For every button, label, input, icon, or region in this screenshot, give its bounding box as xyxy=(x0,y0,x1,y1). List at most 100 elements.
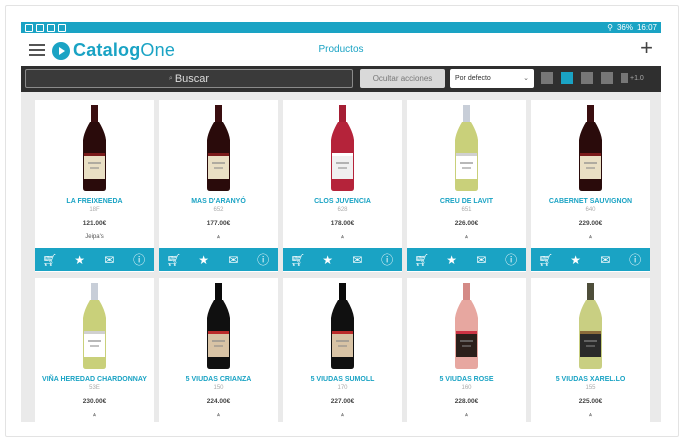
grid-view-icon[interactable] xyxy=(561,72,573,84)
add-icon[interactable]: + xyxy=(640,37,653,59)
product-name[interactable]: LA FREIXENEDA xyxy=(35,198,154,205)
product-card[interactable]: VIÑA HEREDAD CHARDONNAY 53E 230.00€ ⩓ xyxy=(35,278,154,422)
product-card[interactable]: LA FREIXENEDA 18F 121.00€ Jeipa's 🛒︎ ★ ✉ ⓘ xyxy=(35,100,154,272)
star-icon[interactable]: ★ xyxy=(445,253,459,267)
product-image[interactable] xyxy=(35,100,154,195)
star-icon[interactable]: ★ xyxy=(197,253,211,267)
product-card[interactable]: 5 VIUDAS XAREL.LO 155 225.00€ ⩓ xyxy=(531,278,650,422)
clock: 16:07 xyxy=(636,23,657,32)
cart-icon[interactable]: 🛒︎ xyxy=(166,253,181,267)
status-right: ⚲ 36% 16:07 xyxy=(607,23,661,32)
product-code: 651 xyxy=(461,207,472,213)
product-image[interactable] xyxy=(407,100,526,195)
product-name[interactable]: 5 VIUDAS CRIANZA xyxy=(159,376,278,383)
column-view-icon[interactable] xyxy=(581,72,593,84)
brand-logo: ⩓ xyxy=(464,412,469,418)
product-name[interactable]: 5 VIUDAS ROSE xyxy=(407,376,526,383)
product-price: 178.00€ xyxy=(330,220,355,227)
wifi-icon: ⚲ xyxy=(607,23,613,32)
search-placeholder: Buscar xyxy=(174,72,210,85)
star-icon[interactable]: ★ xyxy=(73,253,87,267)
info-icon[interactable]: ⓘ xyxy=(256,253,270,267)
page-title: Productos xyxy=(318,44,364,55)
star-icon[interactable]: ★ xyxy=(321,253,335,267)
product-code: 155 xyxy=(585,385,596,391)
product-image[interactable] xyxy=(531,100,650,195)
hide-actions-button[interactable]: Ocultar acciones xyxy=(360,69,445,88)
zoom-icon xyxy=(621,73,628,83)
product-price: 224.00€ xyxy=(206,398,231,405)
product-image[interactable] xyxy=(407,278,526,373)
product-name[interactable]: 5 VIUDAS SUMOLL xyxy=(283,376,402,383)
product-image[interactable] xyxy=(159,100,278,195)
info-icon[interactable]: ⓘ xyxy=(380,253,394,267)
cart-icon[interactable]: 🛒︎ xyxy=(538,253,553,267)
info-icon[interactable]: ⓘ xyxy=(504,253,518,267)
list-view-icon[interactable] xyxy=(541,72,553,84)
product-image[interactable] xyxy=(159,278,278,373)
product-price: 177.00€ xyxy=(206,220,231,227)
product-card[interactable]: 5 VIUDAS SUMOLL 170 227.00€ ⩓ xyxy=(283,278,402,422)
status-bar: ⚲ 36% 16:07 xyxy=(21,22,661,33)
large-grid-view-icon[interactable] xyxy=(601,72,613,84)
brand-logo: ⩓ xyxy=(588,412,593,418)
product-name[interactable]: CABERNET SAUVIGNON xyxy=(531,198,650,205)
product-card[interactable]: CABERNET SAUVIGNON 640 229.00€ ⩓ 🛒︎ ★ ✉ ⓘ xyxy=(531,100,650,272)
product-name[interactable]: MAS D'ARANYÓ xyxy=(159,198,278,205)
info-icon[interactable]: ⓘ xyxy=(132,253,146,267)
product-actions: 🛒︎ ★ ✉ ⓘ xyxy=(159,248,278,271)
sort-value: Por defecto xyxy=(455,75,491,82)
cart-icon[interactable]: 🛒︎ xyxy=(414,253,429,267)
product-actions: 🛒︎ ★ ✉ ⓘ xyxy=(283,248,402,271)
product-code: 652 xyxy=(213,207,224,213)
product-name[interactable]: CREU DE LAVIT xyxy=(407,198,526,205)
notification-icon xyxy=(25,23,33,32)
product-price: 229.00€ xyxy=(578,220,603,227)
product-actions: 🛒︎ ★ ✉ ⓘ xyxy=(407,248,526,271)
app-bar: CatalogOne Productos + xyxy=(21,33,661,66)
status-icons xyxy=(21,23,66,32)
product-image[interactable] xyxy=(35,278,154,373)
product-card[interactable]: 5 VIUDAS ROSE 160 228.00€ ⩓ xyxy=(407,278,526,422)
email-icon[interactable]: ✉ xyxy=(474,253,488,267)
product-name[interactable]: 5 VIUDAS XAREL.LO xyxy=(531,376,650,383)
product-card[interactable]: MAS D'ARANYÓ 652 177.00€ ⩓ 🛒︎ ★ ✉ ⓘ xyxy=(159,100,278,272)
product-image[interactable] xyxy=(283,100,402,195)
chevron-down-icon: ⌄ xyxy=(523,75,529,82)
zoom-control[interactable]: +1.0 xyxy=(621,73,644,83)
brand-logo: ⩓ xyxy=(464,234,469,240)
product-image[interactable] xyxy=(531,278,650,373)
brand-logo: ⩓ xyxy=(340,412,345,418)
email-icon[interactable]: ✉ xyxy=(350,253,364,267)
star-icon[interactable]: ★ xyxy=(569,253,583,267)
search-input[interactable]: ⌕ Buscar xyxy=(25,69,353,88)
brand-logo: ⩓ xyxy=(92,412,97,418)
product-price: 228.00€ xyxy=(454,398,479,405)
product-name[interactable]: VIÑA HEREDAD CHARDONNAY xyxy=(35,376,154,383)
product-price: 230.00€ xyxy=(82,398,107,405)
product-card[interactable]: CLOS JUVENCIA 628 178.00€ ⩓ 🛒︎ ★ ✉ ⓘ xyxy=(283,100,402,272)
product-price: 226.00€ xyxy=(454,220,479,227)
toolbar: ⌕ Buscar Ocultar acciones Por defecto ⌄ … xyxy=(21,66,661,92)
cart-icon[interactable]: 🛒︎ xyxy=(42,253,57,267)
product-image[interactable] xyxy=(283,278,402,373)
product-card[interactable]: CREU DE LAVIT 651 226.00€ ⩓ 🛒︎ ★ ✉ ⓘ xyxy=(407,100,526,272)
product-price: 225.00€ xyxy=(578,398,603,405)
product-code: 640 xyxy=(585,207,596,213)
email-icon[interactable]: ✉ xyxy=(598,253,612,267)
cart-icon[interactable]: 🛒︎ xyxy=(290,253,305,267)
info-icon[interactable]: ⓘ xyxy=(628,253,642,267)
notification-icon xyxy=(36,23,44,32)
product-code: 53E xyxy=(89,385,100,391)
email-icon[interactable]: ✉ xyxy=(226,253,240,267)
sort-select[interactable]: Por defecto ⌄ xyxy=(450,69,534,88)
email-icon[interactable]: ✉ xyxy=(102,253,116,267)
zoom-level: +1.0 xyxy=(630,74,644,82)
notification-icon xyxy=(47,23,55,32)
product-name[interactable]: CLOS JUVENCIA xyxy=(283,198,402,205)
product-card[interactable]: 5 VIUDAS CRIANZA 150 224.00€ ⩓ xyxy=(159,278,278,422)
view-switcher: +1.0 xyxy=(541,72,644,84)
brand-logo: ⩓ xyxy=(216,234,221,240)
brand-logo: Jeipa's xyxy=(85,234,104,240)
product-code: 160 xyxy=(461,385,472,391)
